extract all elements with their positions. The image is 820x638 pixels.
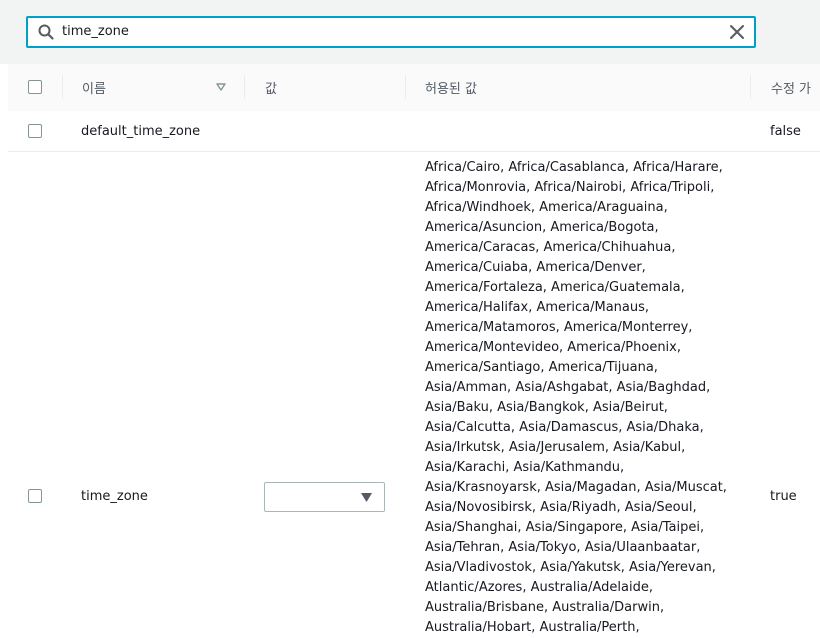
column-divider: [405, 75, 406, 99]
allowed-values-line: Africa/Windhoek, America/Araguaina,: [425, 200, 668, 215]
column-divider: [750, 75, 751, 99]
column-header-value[interactable]: 값: [265, 78, 277, 97]
allowed-values-line: Australia/Hobart, Australia/Perth,: [425, 620, 640, 635]
allowed-values-line: Asia/Tehran, Asia/Tokyo, Asia/Ulaanbaata…: [425, 540, 701, 555]
parameter-name: time_zone: [81, 489, 148, 504]
table-row: default_time_zone false: [8, 111, 820, 152]
table-row: time_zone Africa/Cairo, Africa/Casablanc…: [8, 152, 820, 636]
search-box[interactable]: [26, 16, 756, 48]
modifiable-value: false: [770, 124, 801, 139]
select-all-checkbox[interactable]: [28, 80, 42, 94]
value-select[interactable]: [264, 482, 385, 512]
allowed-values-line: Africa/Cairo, Africa/Casablanca, Africa/…: [425, 160, 723, 175]
column-header-modifiable[interactable]: 수정 가: [771, 78, 811, 97]
allowed-values-line: Africa/Monrovia, Africa/Nairobi, Africa/…: [425, 180, 715, 195]
parameter-name: default_time_zone: [81, 124, 201, 139]
allowed-values-line: Asia/Amman, Asia/Ashgabat, Asia/Baghdad,: [425, 380, 711, 395]
row-checkbox[interactable]: [28, 124, 42, 138]
allowed-values-line: Asia/Krasnoyarsk, Asia/Magadan, Asia/Mus…: [425, 480, 727, 495]
allowed-values-line: America/Caracas, America/Chihuahua,: [425, 240, 676, 255]
allowed-values-line: America/Montevideo, America/Phoenix,: [425, 340, 681, 355]
allowed-values-line: America/Cuiaba, America/Denver,: [425, 260, 646, 275]
allowed-values-line: America/Halifax, America/Manaus,: [425, 300, 650, 315]
allowed-values-line: Atlantic/Azores, Australia/Adelaide,: [425, 580, 653, 595]
allowed-values-line: America/Asuncion, America/Bogota,: [425, 220, 659, 235]
caret-down-icon: [361, 493, 372, 502]
allowed-values-line: Asia/Irkutsk, Asia/Jerusalem, Asia/Kabul…: [425, 440, 686, 455]
column-divider: [62, 75, 63, 99]
allowed-values-line: America/Matamoros, America/Monterrey,: [425, 320, 693, 335]
allowed-values-line: Asia/Baku, Asia/Bangkok, Asia/Beirut,: [425, 400, 668, 415]
allowed-values-line: Australia/Brisbane, Australia/Darwin,: [425, 600, 665, 615]
column-divider: [244, 75, 245, 99]
search-input[interactable]: [62, 18, 712, 46]
allowed-values-line: Asia/Shanghai, Asia/Singapore, Asia/Taip…: [425, 520, 705, 535]
filter-bar: [0, 0, 820, 64]
allowed-values-line: Asia/Calcutta, Asia/Damascus, Asia/Dhaka…: [425, 420, 704, 435]
close-icon[interactable]: [728, 23, 746, 41]
allowed-values-line: America/Santiago, America/Tijuana,: [425, 360, 658, 375]
allowed-values-line: America/Fortaleza, America/Guatemala,: [425, 280, 685, 295]
allowed-values: Africa/Cairo, Africa/Casablanca, Africa/…: [425, 158, 735, 638]
allowed-values-line: Asia/Karachi, Asia/Kathmandu,: [425, 460, 625, 475]
sort-down-icon[interactable]: [216, 82, 226, 92]
row-checkbox[interactable]: [28, 489, 42, 503]
search-icon: [38, 24, 54, 40]
column-header-allowed-values[interactable]: 허용된 값: [425, 78, 477, 97]
modifiable-value: true: [770, 489, 797, 504]
allowed-values-line: Asia/Novosibirsk, Asia/Riyadh, Asia/Seou…: [425, 500, 697, 515]
table-header: 이름 값 허용된 값 수정 가: [8, 64, 820, 112]
column-header-name[interactable]: 이름: [82, 78, 106, 97]
allowed-values-line: Asia/Vladivostok, Asia/Yakutsk, Asia/Yer…: [425, 560, 716, 575]
